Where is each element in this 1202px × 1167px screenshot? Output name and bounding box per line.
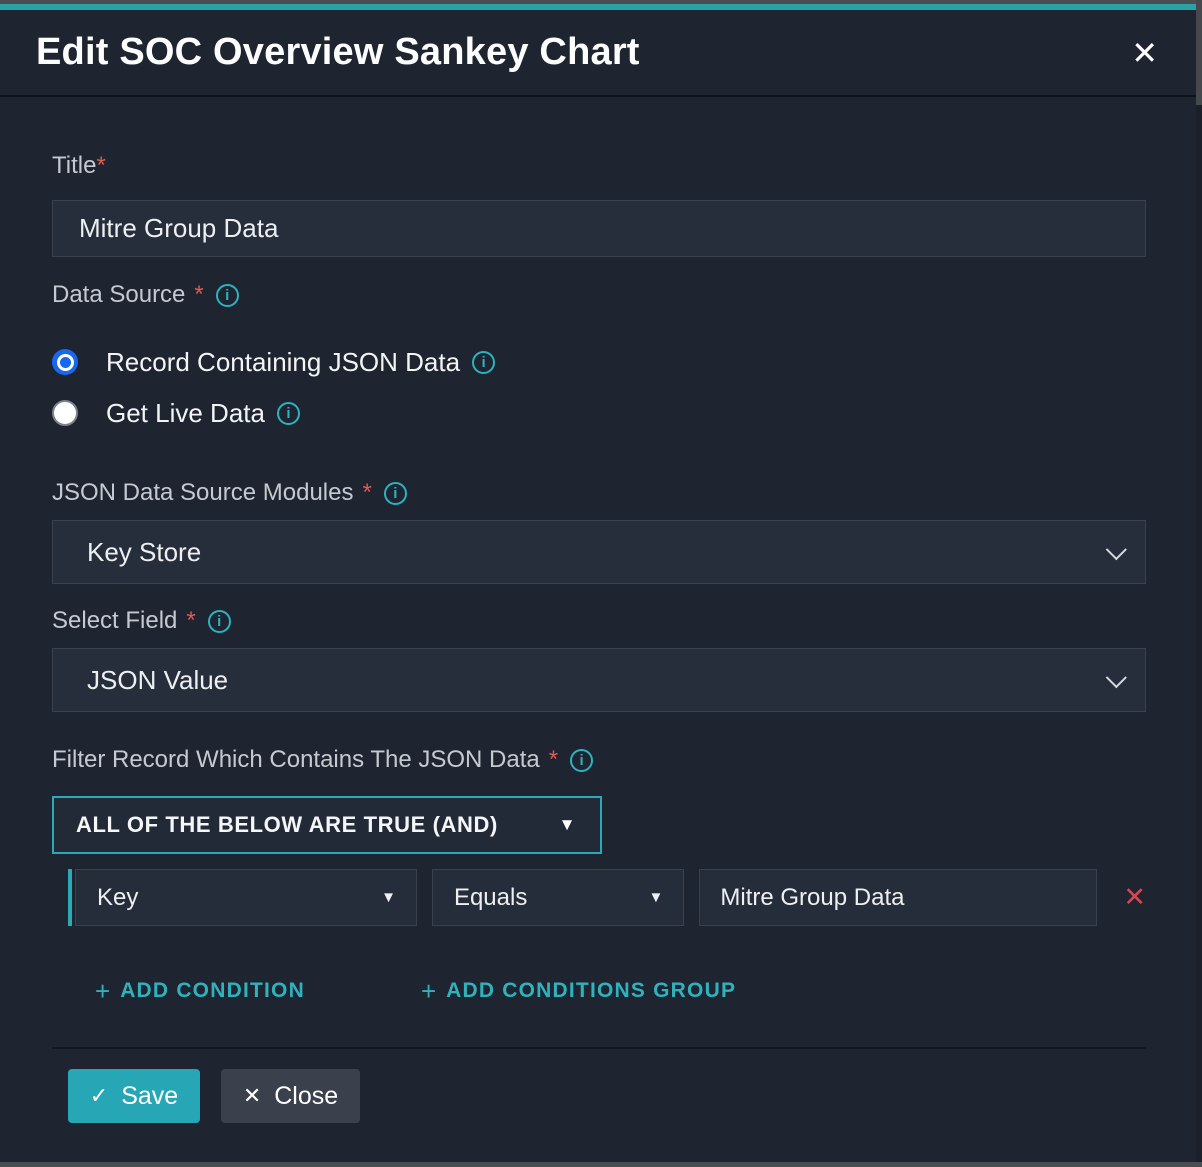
radio-option-record-json[interactable]: Record Containing JSON Data i xyxy=(52,348,1146,376)
condition-accent-bar xyxy=(68,869,72,926)
required-marker: * xyxy=(96,152,105,180)
modal-header: Edit SOC Overview Sankey Chart ✕ xyxy=(0,10,1196,97)
close-icon: ✕ xyxy=(243,1085,261,1107)
plus-icon: + xyxy=(95,976,110,1007)
caret-down-icon: ▼ xyxy=(559,815,576,835)
filter-actions: + ADD CONDITION + ADD CONDITIONS GROUP xyxy=(95,980,1146,1002)
radio-label: Get Live Data xyxy=(106,398,265,429)
filter-condition-row: Key ▼ Equals ▼ ✕ xyxy=(68,869,1146,926)
json-modules-value: Key Store xyxy=(87,537,201,568)
filter-label: Filter Record Which Contains The JSON Da… xyxy=(52,746,1146,774)
remove-condition-icon[interactable]: ✕ xyxy=(1123,884,1146,911)
required-marker: * xyxy=(194,281,203,309)
json-modules-label: JSON Data Source Modules * i xyxy=(52,479,1146,507)
condition-operator-value: Equals xyxy=(454,884,527,912)
required-marker: * xyxy=(186,607,195,635)
close-icon[interactable]: ✕ xyxy=(1123,33,1166,73)
condition-field-value: Key xyxy=(97,884,138,912)
condition-value-input[interactable] xyxy=(699,869,1097,926)
info-icon[interactable]: i xyxy=(570,749,593,772)
filter-group-operator-value: ALL OF THE BELOW ARE TRUE (AND) xyxy=(76,812,498,838)
info-icon[interactable]: i xyxy=(216,284,239,307)
close-button[interactable]: ✕ Close xyxy=(221,1069,360,1123)
data-source-radio-group: Record Containing JSON Data i Get Live D… xyxy=(52,348,1146,427)
chevron-down-icon xyxy=(1106,539,1127,560)
title-label: Title* xyxy=(52,152,1146,180)
radio-unselected-icon[interactable] xyxy=(52,400,78,426)
title-input[interactable] xyxy=(52,200,1146,257)
check-icon: ✓ xyxy=(90,1085,108,1107)
save-button[interactable]: ✓ Save xyxy=(68,1069,200,1123)
required-marker: * xyxy=(362,479,371,507)
info-icon[interactable]: i xyxy=(472,351,495,374)
json-modules-select[interactable]: Key Store xyxy=(52,520,1146,584)
radio-label: Record Containing JSON Data xyxy=(106,347,460,378)
scrollbar-thumb[interactable] xyxy=(1196,0,1202,105)
radio-selected-icon[interactable] xyxy=(52,349,78,375)
required-marker: * xyxy=(549,746,558,774)
caret-down-icon: ▼ xyxy=(649,889,664,906)
condition-field-select[interactable]: Key ▼ xyxy=(75,869,417,926)
plus-icon: + xyxy=(421,976,436,1007)
edit-sankey-chart-modal: Edit SOC Overview Sankey Chart ✕ Title* … xyxy=(0,4,1196,1162)
info-icon[interactable]: i xyxy=(277,402,300,425)
select-field-select[interactable]: JSON Value xyxy=(52,648,1146,712)
add-condition-button[interactable]: + ADD CONDITION xyxy=(95,976,305,1007)
modal-title: Edit SOC Overview Sankey Chart xyxy=(36,31,640,74)
condition-operator-select[interactable]: Equals ▼ xyxy=(432,869,684,926)
radio-option-get-live-data[interactable]: Get Live Data i xyxy=(52,399,1146,427)
caret-down-icon: ▼ xyxy=(381,889,396,906)
select-field-label: Select Field * i xyxy=(52,607,1146,635)
info-icon[interactable]: i xyxy=(384,482,407,505)
scrollbar[interactable] xyxy=(1196,0,1202,1162)
filter-group-operator-select[interactable]: ALL OF THE BELOW ARE TRUE (AND) ▼ xyxy=(52,796,602,854)
modal-footer: ✓ Save ✕ Close xyxy=(52,1049,1146,1123)
data-source-label: Data Source * i xyxy=(52,281,1146,309)
page-backdrop: Edit SOC Overview Sankey Chart ✕ Title* … xyxy=(0,0,1202,1167)
select-field-value: JSON Value xyxy=(87,665,228,696)
chevron-down-icon xyxy=(1106,667,1127,688)
modal-body: Title* Data Source * i Record Containing… xyxy=(0,97,1196,1162)
add-conditions-group-button[interactable]: + ADD CONDITIONS GROUP xyxy=(421,976,736,1007)
info-icon[interactable]: i xyxy=(208,610,231,633)
